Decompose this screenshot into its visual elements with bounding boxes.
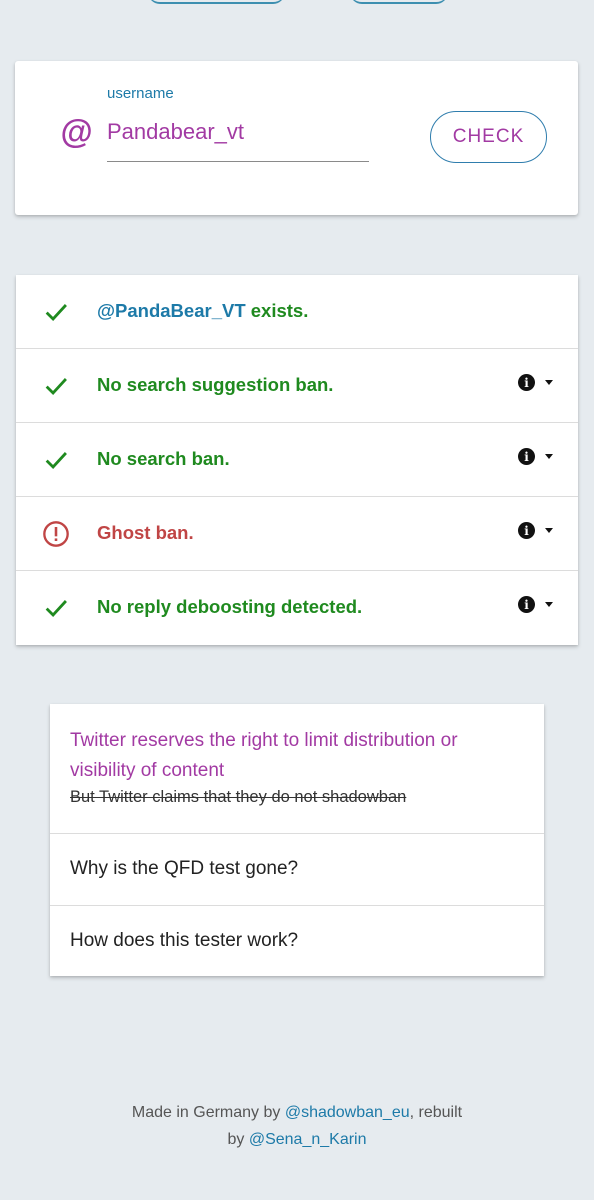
username-input[interactable] [107, 116, 369, 162]
check-icon [45, 600, 67, 618]
faq-title[interactable]: Twitter reserves the right to limit dist… [70, 726, 520, 786]
footer: Made in Germany by @shadowban_eu, rebuil… [0, 1099, 594, 1153]
faq-item-how-it-works[interactable]: How does this tester work? [50, 906, 544, 976]
faq-item-limit-distribution[interactable]: Twitter reserves the right to limit dist… [50, 704, 544, 834]
at-sign-icon: @ [60, 113, 93, 150]
faq-item-qfd[interactable]: Why is the QFD test gone? [50, 834, 544, 906]
caret-down-icon[interactable] [545, 380, 553, 385]
check-icon [45, 304, 67, 322]
footer-line-1: Made in Germany by @shadowban_eu, rebuil… [131, 1104, 463, 1121]
result-text: @PandaBear_VT exists. [97, 300, 309, 321]
top-tab-right[interactable] [350, 0, 448, 4]
result-row-exists: @PandaBear_VT exists. [16, 275, 578, 349]
caret-down-icon[interactable] [545, 528, 553, 533]
check-icon [45, 378, 67, 396]
info-toggle[interactable]: i [518, 522, 553, 539]
info-icon[interactable]: i [518, 596, 535, 613]
faq-strikethrough-text: But Twitter claims that they do not shad… [70, 788, 407, 806]
shadowban-eu-link[interactable]: @shadowban_eu [285, 1104, 410, 1121]
caret-down-icon[interactable] [545, 602, 553, 607]
result-row-ghost-ban[interactable]: Ghost ban. i [16, 497, 578, 571]
result-text: No reply deboosting detected. [97, 596, 363, 617]
username-card: @ username CHECK [15, 61, 578, 215]
check-button[interactable]: CHECK [430, 111, 547, 163]
result-text: Ghost ban. [97, 522, 194, 543]
footer-line-2: by @Sena_n_Karin [227, 1131, 367, 1148]
top-tab-left[interactable] [148, 0, 285, 4]
info-icon[interactable]: i [518, 448, 535, 465]
info-icon[interactable]: i [518, 374, 535, 391]
result-row-reply-deboosting[interactable]: No reply deboosting detected. i [16, 571, 578, 645]
results-card: @PandaBear_VT exists. No search suggesti… [16, 275, 578, 645]
sena-n-karin-link[interactable]: @Sena_n_Karin [249, 1131, 367, 1148]
result-handle-link[interactable]: @PandaBear_VT [97, 300, 246, 321]
result-row-search-ban[interactable]: No search ban. i [16, 423, 578, 497]
result-row-search-suggestion[interactable]: No search suggestion ban. i [16, 349, 578, 423]
info-toggle[interactable]: i [518, 448, 553, 465]
info-toggle[interactable]: i [518, 374, 553, 391]
info-toggle[interactable]: i [518, 596, 553, 613]
result-text: No search suggestion ban. [97, 374, 334, 395]
info-icon[interactable]: i [518, 522, 535, 539]
faq-title[interactable]: How does this tester work? [70, 930, 298, 952]
caret-down-icon[interactable] [545, 454, 553, 459]
alert-circle-icon [43, 521, 69, 547]
faq-title[interactable]: Why is the QFD test gone? [70, 858, 298, 880]
username-label: username [107, 85, 174, 102]
result-text: No search ban. [97, 448, 230, 469]
faq-card: Twitter reserves the right to limit dist… [50, 704, 544, 976]
check-icon [45, 452, 67, 470]
